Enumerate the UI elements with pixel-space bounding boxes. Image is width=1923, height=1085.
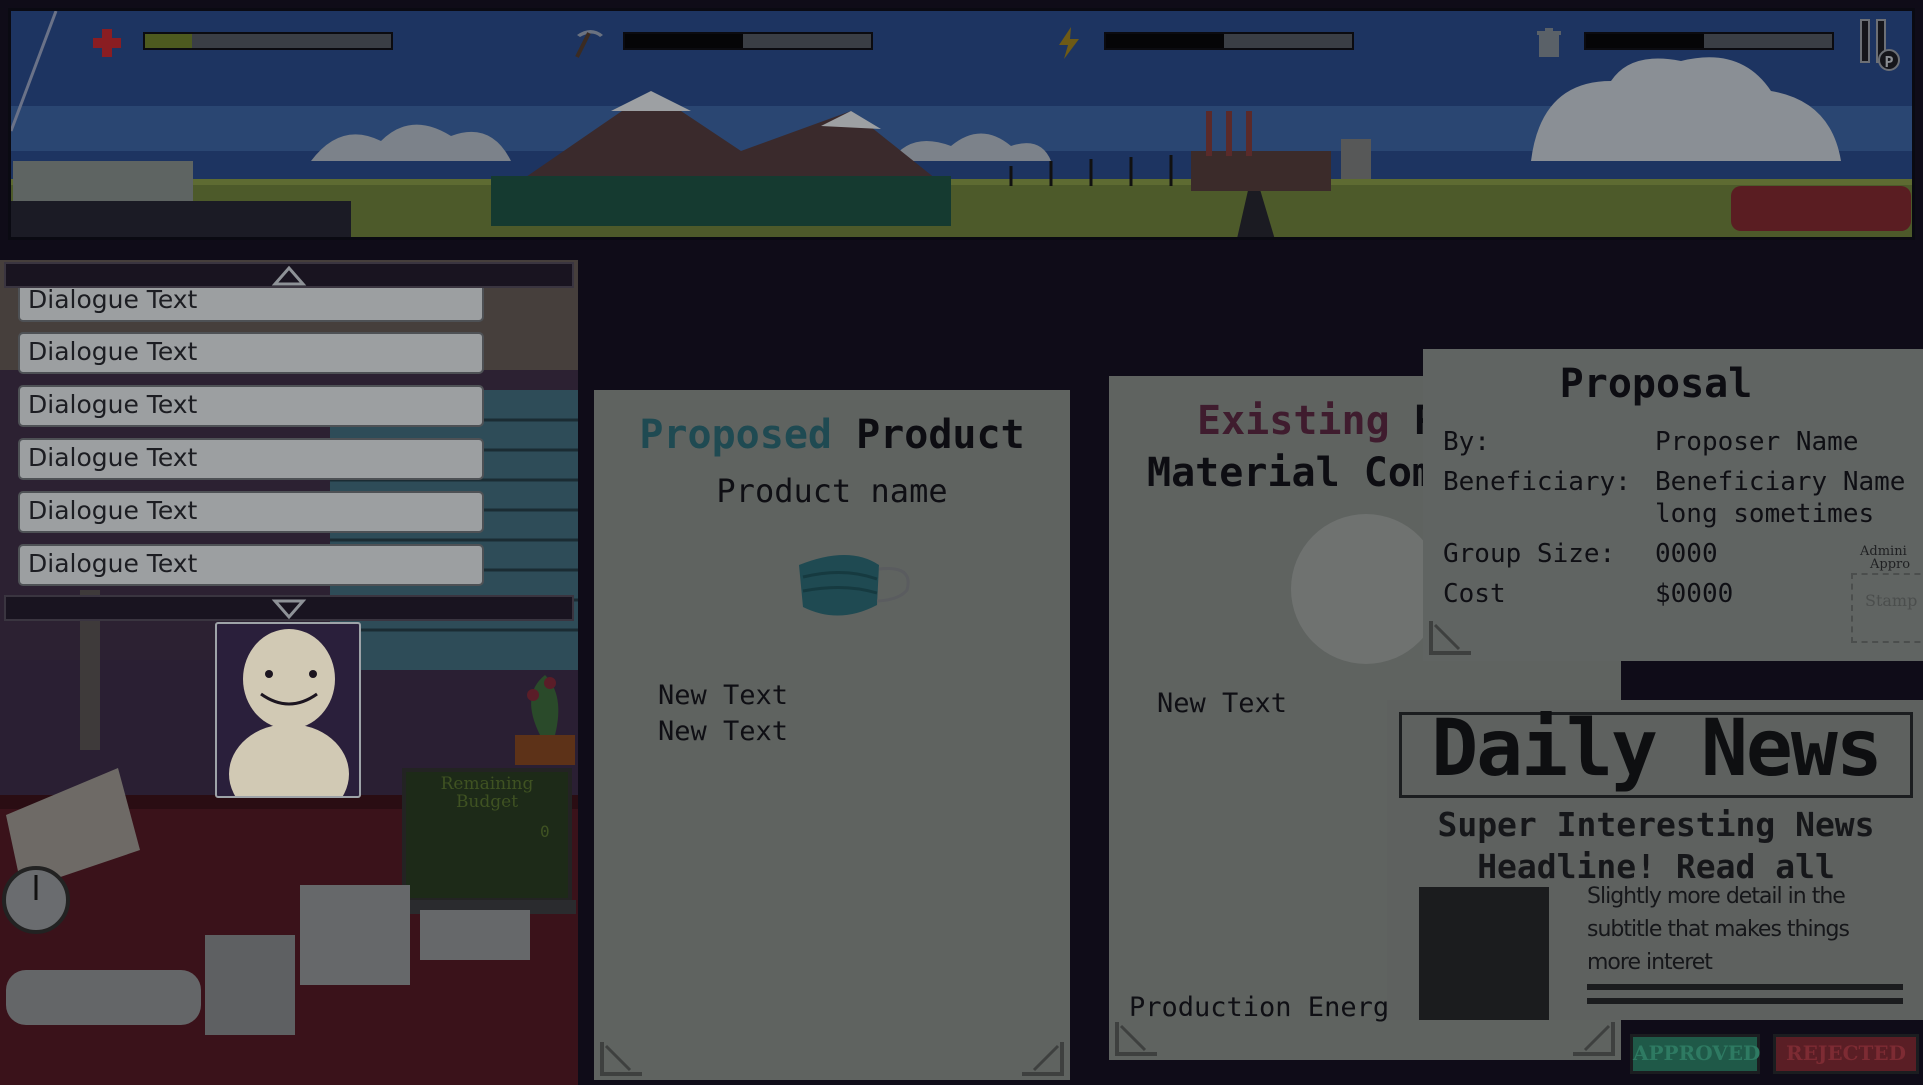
remaining-budget-value: 0 [540,822,550,841]
proposal-by-label: By: [1443,427,1490,457]
product-name: Product name [716,472,948,510]
pause-key-hint: P [1878,49,1900,71]
cost-label: Cost [1443,579,1506,609]
remaining-budget-label: Remaining Budget [440,774,534,812]
dialogue-option[interactable]: Dialogue Text [18,438,484,480]
page-corner-left-icon [1429,621,1471,655]
approved-stamp-button[interactable]: APPROVED [1630,1034,1760,1074]
material-composition-title: Material Com [1147,450,1436,496]
trash-can-icon [1537,28,1561,57]
existing-product-title-accent: Existing [1197,398,1390,444]
waste-bar-fill [1586,34,1705,48]
proposed-line-1: New Text [658,680,789,711]
cost-value: $0000 [1655,579,1734,609]
health-cross-icon [93,29,121,57]
dialogue-scroll-up[interactable] [4,262,574,288]
existing-line-1: New Text [1157,688,1288,719]
production-energy-label: Production Energ [1129,992,1390,1023]
proposal-title: Proposal [1559,361,1753,407]
materials-bar [623,32,873,50]
applicant-portrait [215,622,361,798]
group-size-label: Group Size: [1443,539,1616,569]
page-corner-left-icon [600,1042,642,1076]
page-corner-right-icon [1573,1022,1615,1056]
beneficiary-name: Beneficiary Name [1655,467,1906,497]
daily-news-newspaper[interactable]: Daily News Super Interesting News Headli… [1387,700,1923,1020]
composition-pie-placeholder [1291,514,1441,664]
proposed-product-title-main: Product [856,412,1025,458]
rejected-stamp-button[interactable]: REJECTED [1773,1034,1919,1074]
chevron-down-icon [271,599,307,620]
energy-bar-fill [1106,34,1225,48]
dialogue-scroll-down[interactable] [4,595,574,621]
pause-icon [1860,19,1870,63]
health-bar-fill [145,34,192,48]
proposed-product-title-accent: Proposed [639,412,832,458]
admin-approval-label: Admini Appro [1860,544,1911,572]
dialogue-option[interactable]: Dialogue Text [18,332,484,374]
energy-bar [1104,32,1354,50]
news-photo [1419,887,1549,1020]
proposed-line-2: New Text [658,716,789,747]
stamp-area[interactable]: Stamp [1851,573,1923,643]
materials-bar-fill [625,34,744,48]
dialogue-option[interactable]: Dialogue Text [18,385,484,427]
pickaxe-icon [575,30,603,58]
dialogue-option[interactable]: Dialogue Text [18,491,484,533]
chevron-up-icon [271,265,307,286]
masthead: Daily News [1431,704,1883,794]
waste-bar [1584,32,1834,50]
health-bar [143,32,393,50]
face-mask-icon [799,555,910,616]
landscape-status-bar: P [8,8,1915,240]
beneficiary-label: Beneficiary: [1443,467,1631,497]
news-subtitle: Slightly more detail in the subtitle tha… [1587,884,1850,975]
office-view: Remaining Budget 0 Dialogue Text Dialogue… [0,260,578,1085]
page-corner-left-icon [1115,1022,1157,1056]
news-headline-line-1: Super Interesting News [1437,805,1875,844]
proposal-document[interactable]: Proposal By: Proposer Name Beneficiary: … [1423,349,1923,661]
proposed-product-document[interactable]: Proposed Product Product name New Text N… [594,390,1070,1080]
dialogue-option[interactable]: Dialogue Text [18,544,484,586]
news-headline: Super Interesting News Headline! Read al… [1399,804,1913,888]
proposer-name: Proposer Name [1655,427,1859,457]
proposed-product-title: Proposed Product [594,412,1070,458]
lightning-icon [1059,27,1079,59]
beneficiary-name-cont: long sometimes [1655,499,1875,529]
pause-button[interactable]: P [1860,19,1900,75]
group-size-value: 0000 [1655,539,1718,569]
page-corner-right-icon [1022,1042,1064,1076]
applicant-avatar [229,629,349,796]
